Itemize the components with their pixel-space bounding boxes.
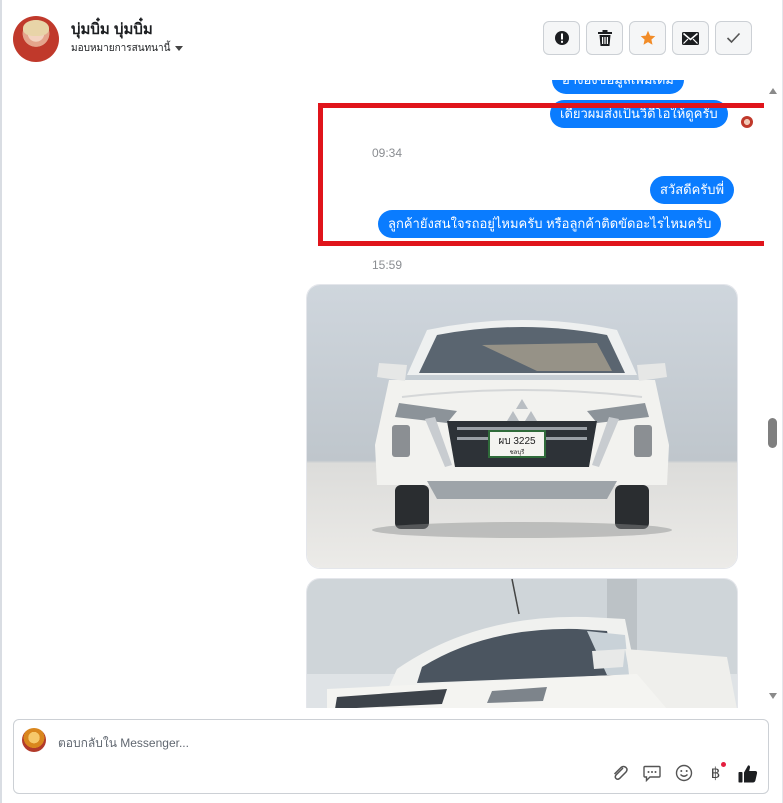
payment-button[interactable]: ฿ xyxy=(705,762,726,784)
photo-attachment[interactable] xyxy=(306,578,738,708)
caret-down-icon xyxy=(175,46,184,51)
check-icon xyxy=(726,32,741,44)
reply-composer[interactable]: ตอบกลับใน Messenger... ฿ xyxy=(13,719,769,794)
notification-dot xyxy=(721,762,726,767)
trash-icon xyxy=(597,30,612,46)
photo-attachment[interactable]: ผบ 3225 ชลบุรี xyxy=(306,284,738,569)
conversation-header: บุ่มบิ๋ม บุ่มบิ๋ม มอบหมายการสนทนานี้ xyxy=(2,0,782,81)
composer-tools: ฿ xyxy=(609,762,758,784)
message-bubble[interactable]: สวัสดีครับพี่ xyxy=(650,176,735,204)
emoji-button[interactable] xyxy=(673,762,694,784)
scroll-down-arrow-icon[interactable] xyxy=(769,693,777,699)
car-side-photo xyxy=(307,579,737,708)
header-actions xyxy=(543,21,752,55)
car-front-photo: ผบ 3225 ชลบุรี xyxy=(307,285,737,568)
like-button[interactable] xyxy=(737,762,758,784)
smiley-icon xyxy=(675,764,692,782)
assign-label: มอบหมายการสนทนานี้ xyxy=(71,43,171,54)
timestamp: 15:59 xyxy=(372,258,403,272)
page-avatar xyxy=(22,728,46,752)
thumbs-up-icon xyxy=(738,764,757,782)
mail-icon xyxy=(682,31,699,45)
contact-avatar[interactable] xyxy=(13,16,59,62)
delete-button[interactable] xyxy=(586,21,623,55)
message-bubble[interactable]: อ้างอิงข้อมูลเพิ่มเติม xyxy=(552,80,684,94)
star-button[interactable] xyxy=(629,21,666,55)
mark-unread-button[interactable] xyxy=(672,21,709,55)
reply-input[interactable]: ตอบกลับใน Messenger... xyxy=(58,734,189,753)
license-plate-number: ผบ 3225 xyxy=(498,436,536,447)
message-bubble[interactable]: เดี๋ยวผมส่งเป็นวิดีโอให้ดูครับ xyxy=(550,100,728,128)
contact-name[interactable]: บุ่มบิ๋ม บุ่มบิ๋ม xyxy=(71,17,153,41)
timestamp: 09:34 xyxy=(372,146,403,160)
chat-bubble-icon xyxy=(642,765,661,782)
thread-scrollbar[interactable] xyxy=(764,80,782,708)
mark-spam-button[interactable] xyxy=(543,21,580,55)
license-plate-province: ชลบุรี xyxy=(510,448,526,456)
baht-icon: ฿ xyxy=(710,765,721,782)
scrollbar-thumb[interactable] xyxy=(768,418,777,448)
saved-replies-button[interactable] xyxy=(641,762,662,784)
message-thread[interactable]: อ้างอิงข้อมูลเพิ่มเติม เดี๋ยวผมส่งเป็นวิ… xyxy=(2,80,764,708)
alert-icon xyxy=(554,31,569,45)
mark-done-button[interactable] xyxy=(715,21,752,55)
paperclip-icon xyxy=(613,765,628,780)
message-bubble[interactable]: ลูกค้ายังสนใจรถอยู่ไหมครับ หรือลูกค้าติด… xyxy=(378,210,722,238)
assign-conversation-dropdown[interactable]: มอบหมายการสนทนานี้ xyxy=(71,41,184,56)
scroll-up-arrow-icon[interactable] xyxy=(769,88,777,94)
seen-avatar xyxy=(741,116,753,128)
attach-button[interactable] xyxy=(609,762,630,784)
star-icon xyxy=(640,30,655,45)
